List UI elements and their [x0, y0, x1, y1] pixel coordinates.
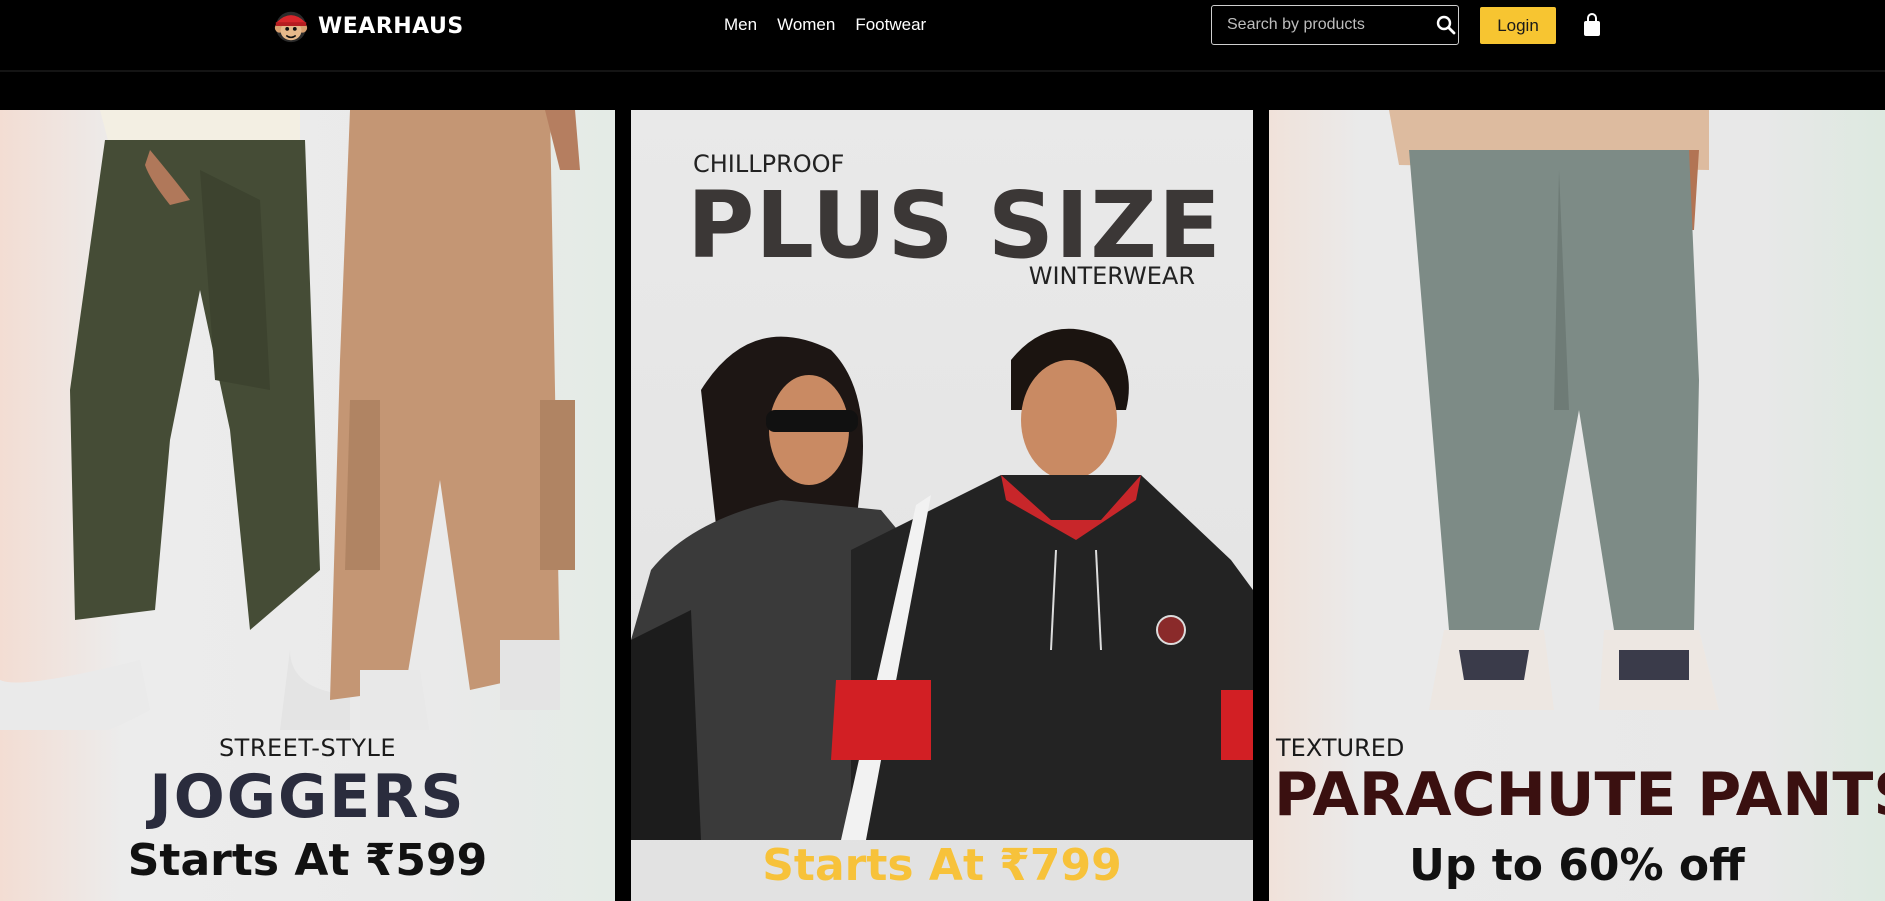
- search-input[interactable]: [1212, 15, 1436, 35]
- card-eyebrow: TEXTURED: [1276, 734, 1405, 762]
- brand-name: WEARHAUS: [318, 13, 464, 39]
- card-headline: PARACHUTE PANTS: [1274, 760, 1885, 830]
- promo-card-plus-size[interactable]: CHILLPROOF PLUS SIZE WINTERWEAR Starts A…: [631, 110, 1253, 901]
- promo-card-parachute-pants[interactable]: TEXTURED PARACHUTE PANTS Up to 60% off: [1269, 110, 1885, 901]
- announcement-strip: [0, 72, 1885, 110]
- login-button[interactable]: Login: [1480, 7, 1556, 44]
- nav-women[interactable]: Women: [777, 15, 835, 35]
- search-icon[interactable]: [1436, 12, 1456, 38]
- promo-card-joggers[interactable]: STREET-STYLE JOGGERS Starts At ₹599: [0, 110, 615, 901]
- site-header: WEARHAUS Men Women Footwear Login: [0, 0, 1885, 72]
- plus-size-models-image: [631, 328, 1253, 840]
- main-nav: Men Women Footwear: [724, 15, 926, 35]
- card-price: Starts At ₹799: [762, 840, 1122, 891]
- nav-men[interactable]: Men: [724, 15, 757, 35]
- shopping-bag-icon[interactable]: [1582, 13, 1602, 37]
- joggers-model-image: [0, 110, 580, 730]
- card-price: Starts At ₹599: [127, 835, 488, 886]
- monkey-mascot-icon: [274, 11, 308, 43]
- card-subheadline: WINTERWEAR: [1028, 262, 1195, 290]
- search-box: [1211, 5, 1459, 45]
- brand-logo[interactable]: WEARHAUS: [272, 8, 464, 44]
- promo-carousel: STREET-STYLE JOGGERS Starts At ₹599 CHIL…: [0, 110, 1885, 901]
- nav-footwear[interactable]: Footwear: [855, 15, 926, 35]
- parachute-pants-model-image: [1389, 110, 1719, 710]
- card-headline: JOGGERS: [149, 762, 466, 832]
- card-offer: Up to 60% off: [1409, 840, 1745, 891]
- card-eyebrow: STREET-STYLE: [218, 734, 397, 762]
